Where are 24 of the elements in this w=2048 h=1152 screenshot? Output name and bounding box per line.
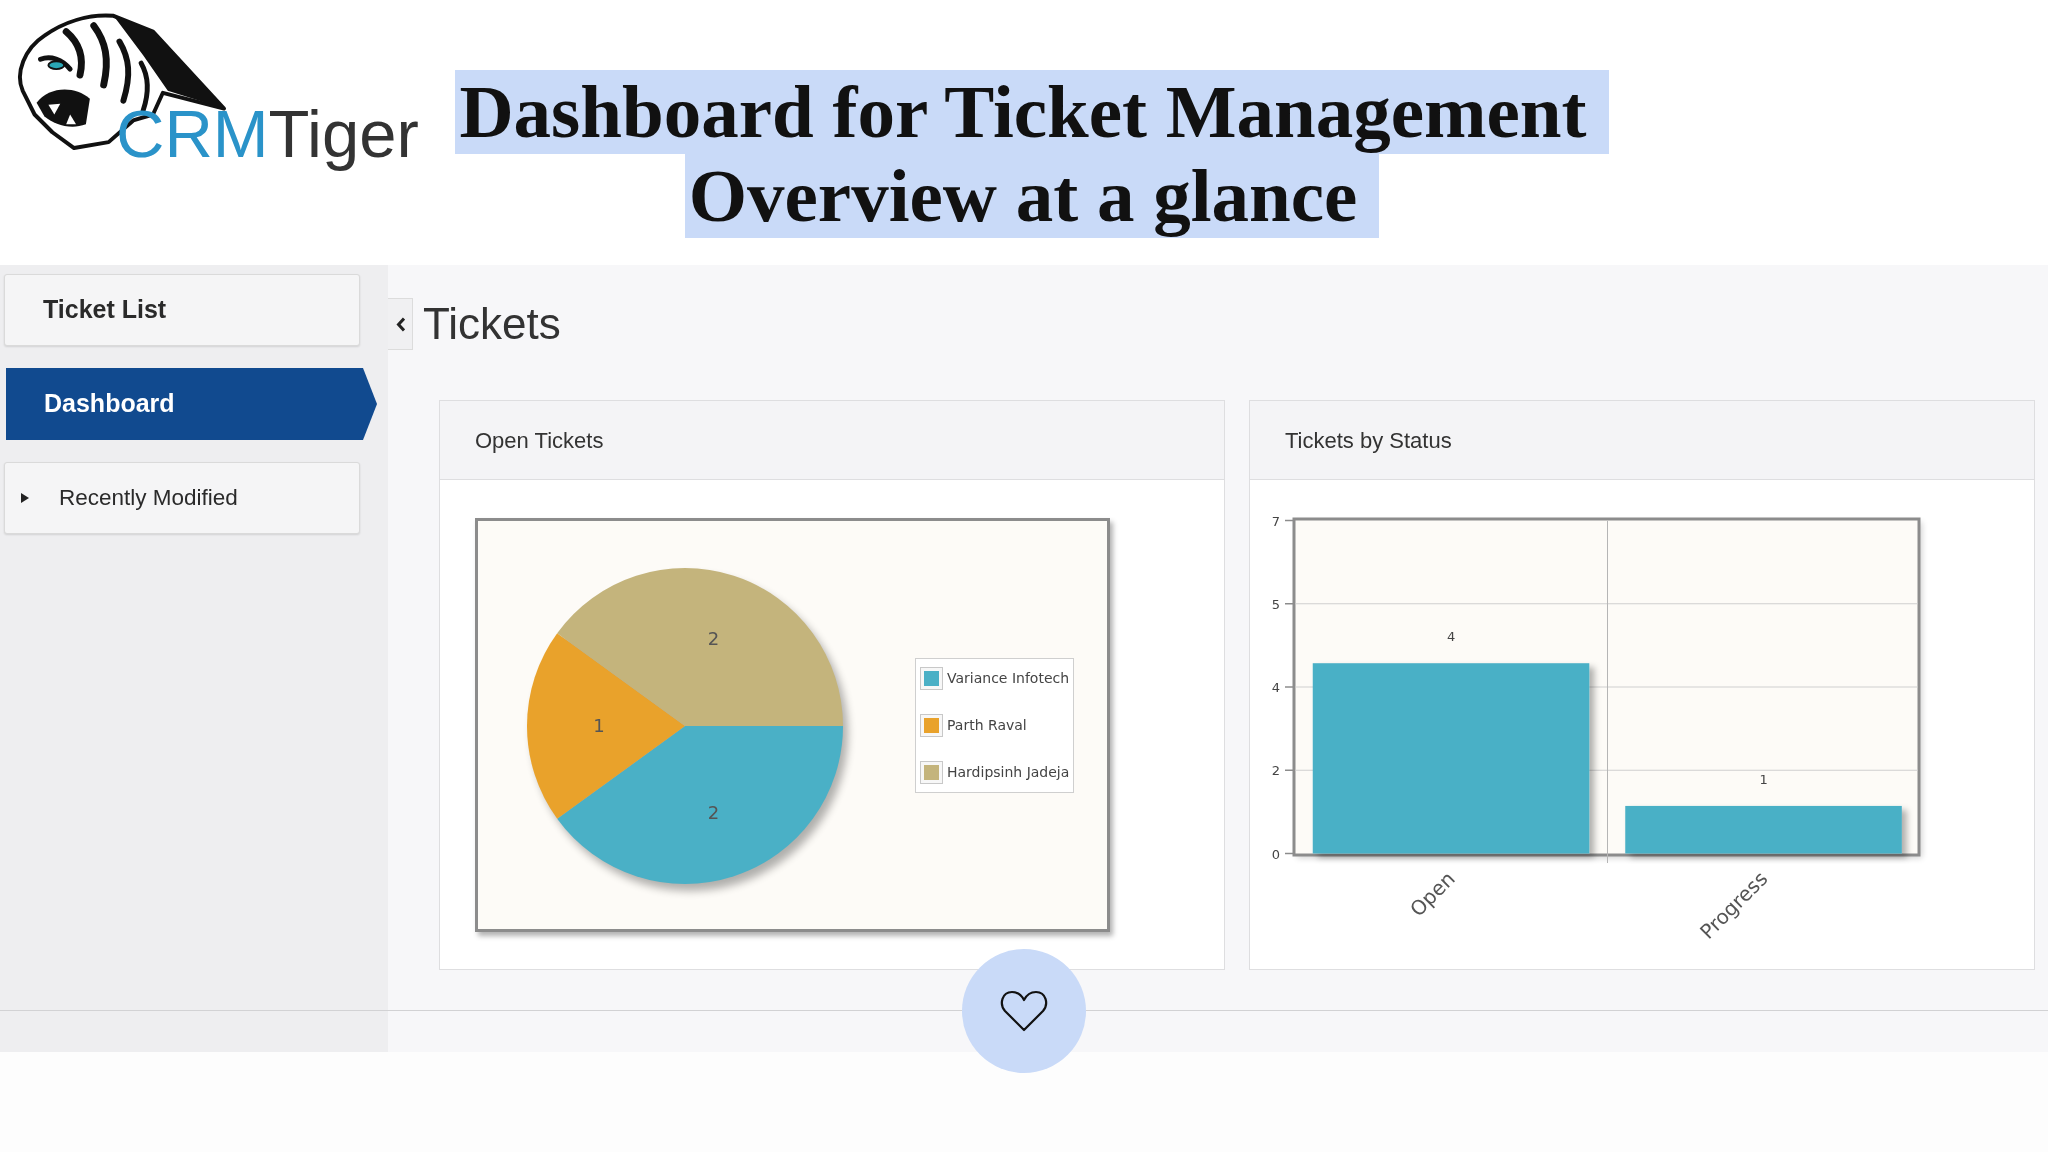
heart-icon xyxy=(999,989,1049,1033)
legend-label: Variance Infotech xyxy=(947,669,1070,687)
collapse-button[interactable] xyxy=(388,298,413,350)
page-title: Tickets xyxy=(423,302,561,346)
axis-tick-label: 5 xyxy=(1271,596,1280,612)
axis-tick-label: 4 xyxy=(1271,680,1280,695)
axis-tick-label: 0 xyxy=(1271,846,1280,862)
sidebar-item[interactable]: Ticket List xyxy=(4,274,360,346)
axis-tick-label: 2 xyxy=(1271,763,1280,779)
axis-tick-label: 7 xyxy=(1271,513,1280,529)
legend-label: Hardipsinh Jadeja xyxy=(947,763,1070,781)
slice-label: 2 xyxy=(707,802,720,824)
panel-title: Tickets by Status xyxy=(1285,426,1452,455)
headline-text: Dashboard for Ticket Management xyxy=(455,70,1609,154)
chevron-left-icon xyxy=(395,316,405,332)
sidebar-item[interactable]: Recently Modified xyxy=(4,462,360,534)
data-label: 1 xyxy=(1759,771,1768,787)
slice-label: 2 xyxy=(707,627,720,649)
panel-title: Open Tickets xyxy=(475,426,604,455)
headline-text: Overview at a glance xyxy=(684,154,1380,238)
slice-label: 1 xyxy=(593,715,605,736)
sidebar-item[interactable]: Dashboard xyxy=(6,368,377,440)
data-label: 4 xyxy=(1446,629,1456,645)
legend-label: Parth Raval xyxy=(947,716,1027,734)
